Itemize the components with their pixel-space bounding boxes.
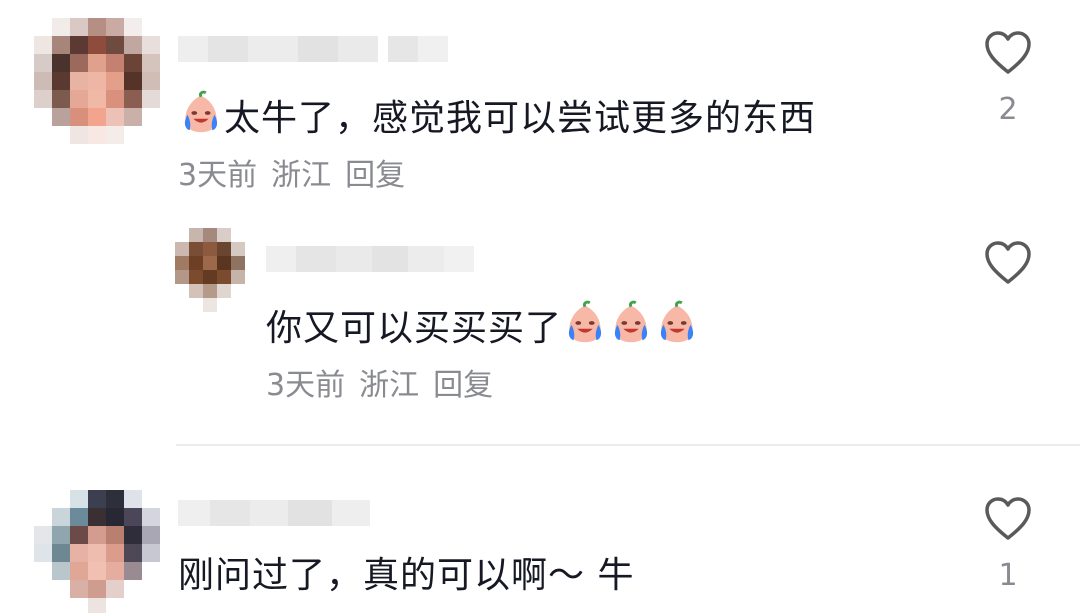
comment-body: 你又可以买买买了 <box>266 308 563 349</box>
like-button[interactable] <box>978 30 1038 76</box>
reply-button[interactable]: 回复 <box>345 158 405 193</box>
reply-button[interactable]: 回复 <box>433 368 493 403</box>
avatar[interactable] <box>175 228 247 312</box>
crying-laughing-peach-emoji <box>184 90 218 133</box>
username-blurred[interactable] <box>178 36 458 62</box>
comment-location: 浙江 <box>359 368 420 403</box>
like-button[interactable] <box>978 240 1038 286</box>
emoji-group <box>562 300 700 349</box>
comment-time: 3天前 <box>178 158 258 193</box>
like-count: 1 <box>998 558 1018 593</box>
avatar[interactable] <box>34 18 160 144</box>
comment-body: 刚问过了，真的可以啊～ 牛 <box>178 555 635 596</box>
comment-text: 刚问过了，真的可以啊～ 牛 <box>178 554 634 598</box>
like-button[interactable] <box>978 496 1038 542</box>
heart-outline-icon <box>985 31 1031 74</box>
heart-outline-icon <box>985 497 1031 540</box>
divider <box>176 444 1080 446</box>
comment-location: 浙江 <box>271 158 332 193</box>
avatar[interactable] <box>34 490 160 613</box>
crying-laughing-peach-emoji <box>614 300 648 343</box>
crying-laughing-peach-emoji <box>660 300 694 343</box>
comment-text: 你又可以买买买了 <box>266 300 700 351</box>
heart-outline-icon <box>985 241 1031 284</box>
username-blurred[interactable] <box>266 246 474 272</box>
username-blurred[interactable] <box>178 500 370 526</box>
comment-meta: 3天前 浙江 回复 <box>266 368 507 404</box>
like-count: 2 <box>998 92 1018 127</box>
comment-body: 太牛了，感觉我可以尝试更多的东西 <box>224 98 817 139</box>
crying-laughing-peach-emoji <box>568 300 602 343</box>
comment-time: 3天前 <box>266 368 346 403</box>
comment-text: 太牛了，感觉我可以尝试更多的东西 <box>178 90 816 141</box>
comment-meta: 3天前 浙江 回复 <box>178 158 419 194</box>
